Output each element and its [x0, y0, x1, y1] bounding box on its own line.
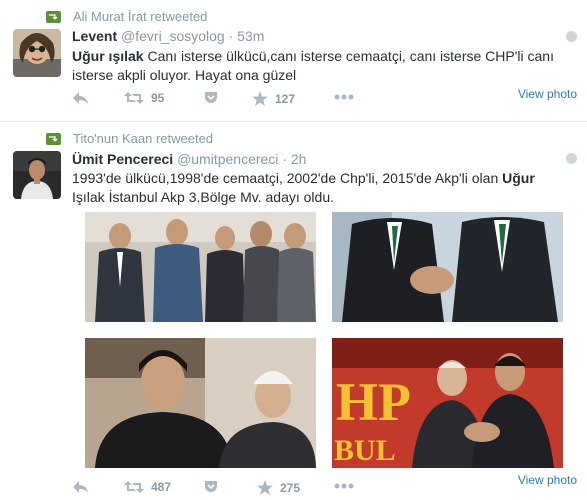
- tweet-2[interactable]: Tito'nun Kaan retweeted Ümit Pencereci @…: [0, 122, 587, 499]
- retweet-context: Tito'nun Kaan retweeted: [46, 131, 213, 146]
- author-name[interactable]: Ümit Pencereci: [72, 151, 173, 167]
- photo-seated[interactable]: [85, 338, 316, 468]
- more-button[interactable]: [334, 483, 354, 489]
- tweet-header: Ümit Pencereci @umitpencereci · 2h: [72, 151, 306, 167]
- retweeted-by-label[interactable]: Tito'nun Kaan retweeted: [73, 131, 213, 146]
- tweet-text-lead: 1993'de ülkücü,1998'de cemaatçi, 2002'de…: [72, 170, 503, 186]
- photo-text-bul: BUL: [334, 434, 396, 467]
- reply-icon: [73, 481, 88, 493]
- tweet-text-body: Işılak İstanbul Akp 3.Bölge Mv. adayı ol…: [72, 189, 335, 205]
- author-handle[interactable]: @fevri_sosyolog: [121, 28, 225, 44]
- timestamp[interactable]: · 2h: [282, 151, 306, 167]
- photo-handshake[interactable]: [332, 212, 563, 322]
- more-dots-icon: [334, 483, 354, 489]
- tweet-header: Levent @fevri_sosyolog · 53m: [72, 28, 264, 44]
- avatar[interactable]: [13, 151, 61, 199]
- favorite-count: 275: [280, 480, 301, 495]
- author-name[interactable]: Levent: [72, 28, 117, 44]
- retweeted-by-label[interactable]: Ali Murat İrat retweeted: [73, 9, 207, 24]
- retweet-count: 95: [151, 91, 165, 105]
- view-photo-link[interactable]: View photo: [518, 473, 577, 487]
- caret-icon[interactable]: [566, 153, 577, 164]
- retweet-count: 487: [151, 480, 172, 494]
- photo-chp[interactable]: HP BUL: [332, 338, 563, 468]
- retweet-button[interactable]: 487: [124, 480, 171, 494]
- tweet-text: Uğur ışılak Canı isterse ülkücü,canı ist…: [72, 47, 572, 85]
- tweet-1[interactable]: Ali Murat İrat retweeted Levent @fevri_s…: [0, 0, 587, 122]
- reply-button[interactable]: [72, 91, 89, 105]
- pocket-icon: [205, 481, 217, 492]
- tweet-text-body: Canı isterse ülkücü,canı isterse cemaatç…: [72, 48, 554, 83]
- tweet-text: 1993'de ülkücü,1998'de cemaatçi, 2002'de…: [72, 169, 557, 207]
- mention-text[interactable]: Uğur ışılak: [72, 48, 144, 64]
- retweet-icon: [124, 481, 144, 493]
- reply-button[interactable]: [72, 480, 89, 494]
- favorite-star-icon: [257, 480, 273, 495]
- retweet-icon: [124, 92, 144, 104]
- mention-text[interactable]: Uğur: [502, 170, 535, 186]
- favorite-button[interactable]: 275: [257, 480, 300, 495]
- retweet-context: Ali Murat İrat retweeted: [46, 9, 207, 24]
- avatar[interactable]: [13, 29, 61, 77]
- reply-icon: [73, 92, 88, 104]
- retweet-icon: [46, 132, 61, 145]
- photo-text-hp: HP: [336, 372, 411, 432]
- favorite-button[interactable]: 127: [252, 91, 295, 106]
- tweet-actions: 487 275: [72, 480, 577, 500]
- view-photo-link[interactable]: View photo: [518, 87, 577, 101]
- pocket-button[interactable]: [204, 91, 218, 104]
- pocket-button[interactable]: [204, 480, 218, 493]
- more-dots-icon: [334, 94, 354, 100]
- timestamp[interactable]: · 53m: [229, 28, 265, 44]
- retweet-button[interactable]: 95: [124, 91, 164, 105]
- media-grid: HP BUL: [85, 212, 563, 468]
- photo-group[interactable]: [85, 212, 316, 322]
- tweet-actions: 95 127: [72, 91, 577, 111]
- more-button[interactable]: [334, 94, 354, 100]
- favorite-star-icon: [252, 91, 268, 106]
- pocket-icon: [205, 92, 217, 103]
- retweet-icon: [46, 10, 61, 23]
- favorite-count: 127: [275, 91, 296, 106]
- author-handle[interactable]: @umitpencereci: [177, 151, 278, 167]
- caret-icon[interactable]: [566, 31, 577, 42]
